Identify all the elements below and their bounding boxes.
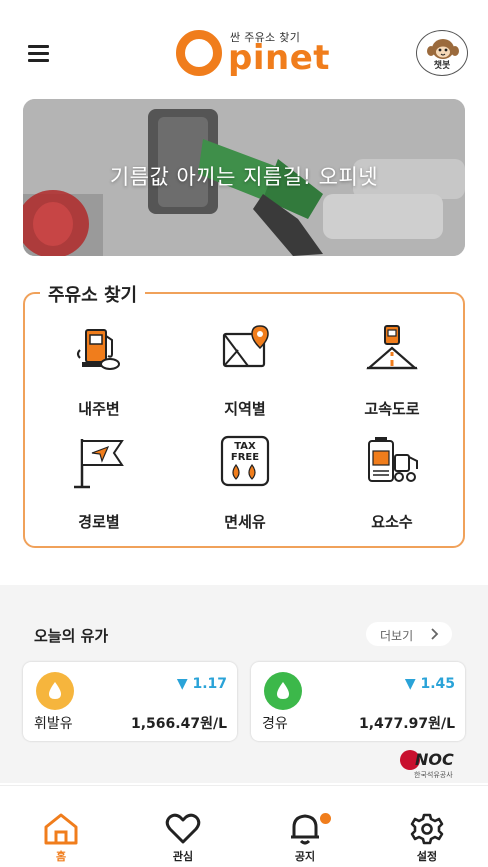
tax-free-icon: TAX FREE [220,435,270,487]
fuel-drop-icon [49,682,61,699]
diesel-price: 1,477.97원/L [359,716,455,732]
menu-icon[interactable] [26,42,52,64]
heart-icon [165,813,201,844]
chevron-right-icon [431,628,439,640]
station-finder: 주유소 찾기 내주변 지역별 고속도로 경로별 TAX FREE 면세유 요소수 [23,281,465,548]
diesel-change: ▼ 1.45 [404,676,455,692]
highway-icon [366,325,418,370]
knoc-subtitle: 한국석유공사 [414,771,453,779]
nav-home-label: 홈 [55,850,67,863]
home-icon [44,813,78,845]
finder-taxfree-label: 면세유 [224,513,266,531]
more-button-label: 더보기 [380,629,414,643]
finder-taxfree[interactable]: TAX FREE 면세유 [185,435,305,535]
bell-icon [291,814,319,845]
diesel-price-card[interactable]: ▼ 1.45 경유 1,477.97원/L [251,662,465,741]
notification-dot [320,813,331,824]
nav-settings-label: 설정 [416,850,438,863]
diesel-badge [264,672,302,710]
gasoline-change: ▼ 1.17 [176,676,227,692]
diesel-name: 경유 [262,716,288,732]
finder-highway-label: 고속도로 [364,400,420,418]
promo-banner[interactable]: 기름값 아끼는 지름길! 오피넷 [23,99,465,256]
nav-settings[interactable]: 설정 [366,786,488,867]
finder-highway[interactable]: 고속도로 [332,322,452,422]
chatbot-button[interactable]: 챗봇 [416,30,468,76]
knoc-brand: NOC [415,750,454,769]
gasoline-badge [36,672,74,710]
nav-notice-label: 공지 [294,850,316,863]
app-header: 싼 주유소 찾기 pinet 챗봇 [0,0,488,90]
tax-free-line2: FREE [231,452,259,463]
nav-notice[interactable]: 공지 [244,786,366,867]
route-flag-icon [74,439,124,489]
finder-region[interactable]: 지역별 [185,322,305,422]
nav-home[interactable]: 홈 [0,786,122,867]
more-button[interactable]: 더보기 [366,622,452,646]
banner-text: 기름값 아끼는 지름길! 오피넷 [109,165,379,189]
gasoline-name: 휘발유 [34,716,73,732]
finder-route[interactable]: 경로별 [39,435,159,535]
finder-urea[interactable]: 요소수 [332,435,452,535]
finder-nearby-label: 내주변 [78,400,120,418]
gasoline-price: 1,566.47원/L [131,716,227,732]
finder-title: 주유소 찾기 [40,281,146,307]
gas-station-icon [77,329,120,370]
today-prices-title: 오늘의 유가 [34,627,109,645]
finder-nearby[interactable]: 내주변 [39,322,159,422]
logo-text: pinet [228,38,331,78]
map-pin-icon [222,325,269,368]
bottom-nav: 홈 관심 공지 설정 [0,785,488,867]
nav-favorites-label: 관심 [172,850,194,863]
tax-free-line1: TAX [234,441,256,452]
chatbot-label: 챗봇 [433,61,451,71]
logo-o-mark [176,30,222,76]
finder-route-label: 경로별 [78,513,120,531]
today-prices-section: 오늘의 유가 더보기 ▼ 1.17 휘발유 1,566.47원/L ▼ 1.45… [0,585,488,783]
nav-favorites[interactable]: 관심 [122,786,244,867]
finder-region-label: 지역별 [224,400,266,418]
opinet-logo: 싼 주유소 찾기 pinet [176,24,330,84]
gear-icon [410,813,444,845]
finder-urea-label: 요소수 [371,513,413,531]
fuel-drop-icon [277,682,289,699]
knoc-logo: NOC 한국석유공사 [398,749,468,779]
urea-icon [368,437,418,482]
gasoline-price-card[interactable]: ▼ 1.17 휘발유 1,566.47원/L [23,662,237,741]
